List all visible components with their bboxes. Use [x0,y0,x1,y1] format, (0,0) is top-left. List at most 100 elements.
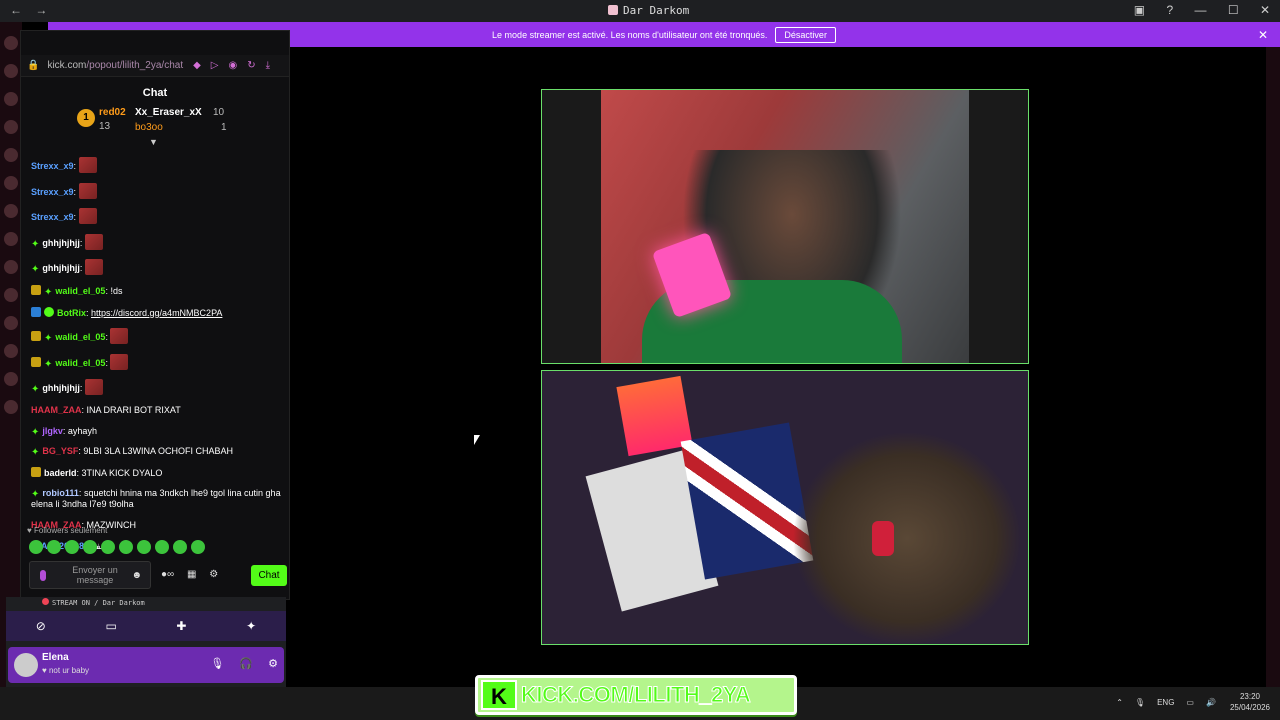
server-icon[interactable] [4,176,18,190]
emote-icon[interactable] [47,540,61,554]
volume-icon[interactable]: 🔊 [1206,698,1216,707]
soundboard-icon[interactable]: ✦ [246,619,256,633]
server-icon[interactable] [4,288,18,302]
inbox-icon[interactable]: ▣ [1134,3,1145,17]
language-indicator[interactable]: ENG [1157,698,1174,707]
activities-icon[interactable]: ✚ [176,619,186,633]
emote-icon[interactable] [65,540,79,554]
camera-off-icon[interactable]: ⊘ [36,619,46,633]
server-icon[interactable] [4,148,18,162]
popout-url[interactable]: kick.com/popout/lilith_2ya/chat [47,60,183,71]
emote-icon[interactable] [83,540,97,554]
server-icon[interactable] [4,36,18,50]
emote-icon[interactable] [137,540,151,554]
banner-close-icon[interactable]: ✕ [1258,28,1268,42]
og-badge-icon: ✦ [44,333,53,345]
headset-icon[interactable]: 🎧 [239,658,253,670]
chat-input-placeholder: Envoyer un message [72,565,118,585]
gear-icon[interactable]: ⚙ [209,569,218,580]
followers-only-text: Followers seulement [33,526,108,535]
network-icon[interactable]: ▭ [1186,698,1194,707]
close-button[interactable]: ✕ [1260,3,1270,17]
emote-icon[interactable] [155,540,169,554]
leader-second-user[interactable]: Xx_Eraser_xX [135,107,202,118]
server-icon[interactable] [4,260,18,274]
video-tile-bottom[interactable] [541,370,1029,645]
forward-arrow-icon[interactable]: → [35,3,47,17]
store-icon[interactable]: ▦ [187,569,196,580]
chat-emote-icon[interactable] [110,328,129,345]
chat-username[interactable]: baderld [44,468,77,478]
leader-first-user[interactable]: red02 [99,107,126,118]
play-icon[interactable]: ▷ [211,60,219,71]
chat-username[interactable]: robio111 [42,488,79,498]
chat-text: 9LBI 3LA L3WINA OCHOFI CHABAH [83,446,233,457]
chat-username[interactable]: BotRix [57,308,86,318]
clock[interactable]: 23:20 25/04/2026 [1230,691,1270,713]
ver-badge-icon [44,306,54,317]
share-icon[interactable]: ↻ [247,60,255,71]
chat-username[interactable]: ghhjhjhjj [42,383,80,393]
chat-username[interactable]: ghhjhjhjj [42,263,80,273]
back-arrow-icon[interactable]: ← [10,3,22,17]
chat-username[interactable]: walid_el_05 [55,332,105,342]
chat-username[interactable]: walid_el_05 [55,358,105,368]
mic-icon[interactable] [40,570,46,581]
chat-username[interactable]: Strexx_x9 [31,187,74,197]
video-tile-top[interactable] [541,89,1029,364]
chat-emote-icon[interactable] [110,353,129,370]
server-icon[interactable] [4,64,18,78]
chat-username[interactable]: walid_el_05 [55,286,105,296]
chat-username[interactable]: Strexx_x9 [31,161,74,171]
chat-link[interactable]: https://discord.gg/a4mNMBC2PA [91,308,222,318]
audio-icon[interactable]: ◉ [229,60,238,71]
download-icon[interactable]: ⤓ [266,60,270,71]
chevron-up-icon[interactable]: ⌃ [1116,698,1123,707]
users-icon[interactable]: ●∞ [161,569,174,580]
chat-message: BotRix: https://discord.gg/a4mNMBC2PA [31,306,281,319]
chat-username[interactable]: ghhjhjhjj [42,238,80,248]
username: Elena [42,652,69,663]
microphone-tray-icon[interactable]: 🎙 [1135,698,1145,707]
chat-emote-icon[interactable] [78,157,97,173]
chat-emote-icon[interactable] [84,259,103,276]
extension-icon[interactable]: ◆ [193,60,201,71]
chat-emote-icon[interactable] [84,233,103,250]
chat-username[interactable]: BG_YSF [42,446,78,456]
chat-username[interactable]: jlgkv [42,426,63,436]
emote-icon[interactable] [119,540,133,554]
emote-icon[interactable] [191,540,205,554]
chat-input[interactable]: Envoyer un message ☻ [29,561,151,589]
server-icon[interactable] [4,372,18,386]
chat-popout-window: 🔒 kick.com/popout/lilith_2ya/chat ◆ ▷ ◉ … [20,30,290,600]
avatar[interactable] [14,653,38,677]
settings-gear-icon[interactable]: ⚙ [268,658,278,670]
chat-username[interactable]: Strexx_x9 [31,212,74,222]
server-icon[interactable] [4,316,18,330]
server-icon[interactable] [4,400,18,414]
server-icon[interactable] [4,92,18,106]
minimize-button[interactable]: — [1194,3,1206,17]
emote-icon[interactable] [29,540,43,554]
help-icon[interactable]: ? [1166,3,1173,17]
server-icon[interactable] [4,232,18,246]
disable-streamer-mode-button[interactable]: Désactiver [775,26,836,43]
server-icon[interactable] [4,120,18,134]
leader-third-user[interactable]: bo3oo [135,122,163,133]
rank-medal-icon: 1 [77,109,95,127]
emoji-icon[interactable]: ☻ [131,570,142,581]
chat-emote-icon[interactable] [78,208,97,225]
microphone-icon[interactable]: 🎙 [210,658,224,670]
chat-username[interactable]: HAAM_ZAA [31,405,82,415]
server-icon[interactable] [4,204,18,218]
filter-icon[interactable]: ▼ [149,137,158,147]
emote-icon[interactable] [101,540,115,554]
chat-emote-icon[interactable] [84,379,103,396]
send-chat-button[interactable]: Chat [251,565,287,586]
emote-icon[interactable] [173,540,187,554]
maximize-button[interactable]: ☐ [1228,3,1239,17]
server-icon[interactable] [4,344,18,358]
screen-share-icon[interactable]: ▭ [105,619,116,633]
chat-message: HAAM_ZAA: INA DRARI BOT RIXAT [31,405,281,416]
chat-emote-icon[interactable] [78,182,97,199]
